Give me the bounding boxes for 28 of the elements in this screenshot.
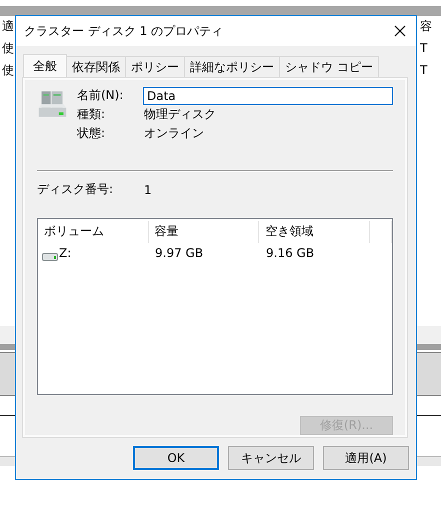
table-cell: 9.97 GB bbox=[155, 246, 204, 260]
tab[interactable]: 詳細なポリシー bbox=[184, 56, 280, 78]
field-value: 1 bbox=[144, 182, 152, 197]
name-field[interactable]: Data bbox=[143, 86, 393, 104]
drive-icon bbox=[42, 250, 58, 261]
dialog-button[interactable]: キャンセル bbox=[228, 446, 314, 470]
column-header[interactable]: 容量 bbox=[148, 220, 260, 243]
field-value: オンライン bbox=[144, 125, 204, 142]
tab[interactable]: 全般 bbox=[23, 54, 67, 78]
table-cell: Z: bbox=[59, 246, 72, 260]
table-cell-text: 容 bbox=[420, 18, 432, 35]
table-cell: 9.16 GB bbox=[266, 246, 314, 260]
field-label: 種類: bbox=[77, 106, 106, 123]
field-label: 状態: bbox=[77, 125, 106, 142]
table-cell-text: 使 bbox=[2, 40, 14, 57]
field-label: ディスク番号: bbox=[37, 181, 114, 198]
field-label: 名前(N): bbox=[77, 87, 124, 104]
window-title: クラスター ディスク 1 のプロパティ bbox=[24, 22, 224, 40]
field-value: 物理ディスク bbox=[144, 106, 216, 123]
close-icon[interactable] bbox=[394, 25, 406, 37]
table-cell-text: T bbox=[420, 62, 428, 79]
table-cell-text: 適 bbox=[2, 18, 14, 35]
dialog-button[interactable]: OK bbox=[133, 446, 219, 470]
table-cell-text: 使 bbox=[2, 62, 14, 79]
dialog-button[interactable]: 適用(A) bbox=[323, 446, 409, 470]
tab[interactable]: 依存関係 bbox=[66, 56, 126, 78]
table-cell-text: T bbox=[420, 40, 428, 57]
tab[interactable]: シャドウ コピー bbox=[279, 56, 379, 78]
